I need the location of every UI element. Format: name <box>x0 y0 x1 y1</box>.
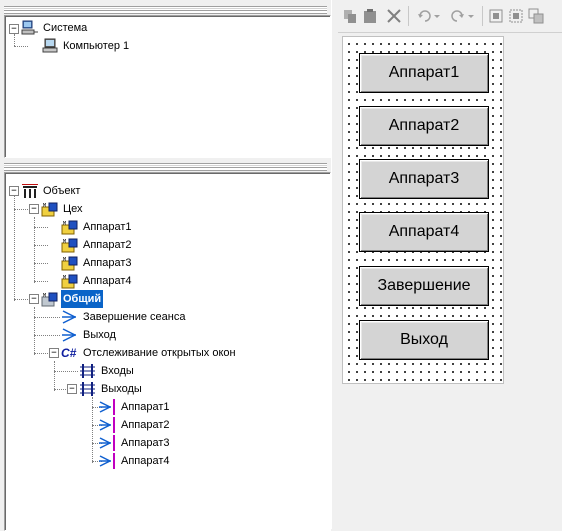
tree-node-system[interactable]: Система <box>21 19 89 37</box>
folder-device-icon: M <box>61 220 78 235</box>
tree-node-output-2[interactable]: Аппарат2 <box>99 416 172 434</box>
tree-node-outputs[interactable]: Выходы <box>79 380 144 398</box>
outputs-bus-icon <box>80 382 95 396</box>
paste-icon[interactable] <box>362 8 378 24</box>
tree-node-output-1[interactable]: Аппарат1 <box>99 398 172 416</box>
output-arrow-icon <box>62 310 76 324</box>
tree-node-output-4[interactable]: Аппарат4 <box>99 452 172 470</box>
output-signal-icon <box>99 453 115 469</box>
folder-group-icon: M <box>41 202 58 217</box>
svg-text:M: M <box>63 257 66 263</box>
tree-label: Аппарат1 <box>83 221 132 233</box>
form-button-device-3[interactable]: Аппарат3 <box>359 159 489 199</box>
tree-label-selected: Общий <box>61 290 104 308</box>
folder-group-icon: M <box>41 292 58 307</box>
tree-label: Выходы <box>101 383 142 395</box>
redo-dropdown-icon[interactable] <box>466 8 476 24</box>
system-tree-pane: − Система Компьютер 1 <box>4 15 331 158</box>
object-tree-pane: − − − − − Объект M Цех M Аппарат1 M Аппа… <box>4 172 331 531</box>
tree-node-output-3[interactable]: Аппарат3 <box>99 434 172 452</box>
align-icon[interactable] <box>488 8 504 24</box>
tree-node-object[interactable]: Объект <box>21 182 82 200</box>
folder-device-icon: M <box>61 238 78 253</box>
svg-text:M: M <box>43 293 46 299</box>
tree-node-device-1[interactable]: M Аппарат1 <box>61 218 134 236</box>
undo-dropdown-icon[interactable] <box>432 8 442 24</box>
tree-label: Цех <box>63 203 83 215</box>
tree-label: Объект <box>43 185 81 197</box>
undo-icon[interactable] <box>416 8 432 24</box>
tree-label: Выход <box>83 329 116 341</box>
tree-label: Аппарат2 <box>83 239 132 251</box>
tree-label: Аппарат4 <box>121 455 170 467</box>
form-button-device-1[interactable]: Аппарат1 <box>359 53 489 93</box>
folder-device-icon: M <box>61 274 78 289</box>
expand-toggle[interactable]: − <box>9 24 19 34</box>
order-icon[interactable] <box>528 8 544 24</box>
folder-device-icon: M <box>61 256 78 271</box>
expand-toggle[interactable]: − <box>9 186 19 196</box>
redo-icon[interactable] <box>450 8 466 24</box>
computer-icon <box>42 38 58 53</box>
tree-node-inputs[interactable]: Входы <box>79 362 136 380</box>
tree-label: Система <box>43 22 88 34</box>
svg-text:M: M <box>63 239 66 245</box>
tree-label: Завершение сеанса <box>83 311 186 323</box>
cut-icon[interactable] <box>386 8 402 24</box>
tree-label: Отслеживание открытых окон <box>83 347 236 359</box>
form-button-exit[interactable]: Выход <box>359 320 489 360</box>
output-signal-icon <box>99 435 115 451</box>
tree-label: Аппарат2 <box>121 419 170 431</box>
expand-toggle[interactable]: − <box>29 204 39 214</box>
expand-toggle[interactable]: − <box>29 294 39 304</box>
computer-network-icon <box>21 20 38 35</box>
form-button-finish[interactable]: Завершение <box>359 266 489 306</box>
tree-node-device-3[interactable]: M Аппарат3 <box>61 254 134 272</box>
form-button-device-4[interactable]: Аппарат4 <box>359 212 489 252</box>
tree-node-computer[interactable]: Компьютер 1 <box>41 37 131 55</box>
svg-text:M: M <box>63 221 66 227</box>
top-pane-grip[interactable] <box>4 6 327 14</box>
tree-node-workshop[interactable]: M Цех <box>41 200 85 218</box>
output-signal-icon <box>99 417 115 433</box>
object-root-icon <box>22 184 38 198</box>
copy-icon[interactable] <box>342 8 358 24</box>
csharp-icon: C# <box>61 346 77 360</box>
svg-text:M: M <box>63 275 66 281</box>
form-designer: Аппарат1 Аппарат2 Аппарат3 Аппарат4 Заве… <box>338 0 562 529</box>
tree-node-end-session[interactable]: Завершение сеанса <box>61 308 187 326</box>
tree-node-tracking[interactable]: C# Отслеживание открытых окон <box>61 344 238 362</box>
output-signal-icon <box>99 399 115 415</box>
bottom-pane-grip[interactable] <box>4 163 327 171</box>
expand-toggle[interactable]: − <box>67 384 77 394</box>
svg-text:M: M <box>43 203 46 209</box>
form-button-device-2[interactable]: Аппарат2 <box>359 106 489 146</box>
tree-label: Аппарат3 <box>121 437 170 449</box>
designer-toolbar <box>338 0 562 33</box>
inputs-bus-icon <box>80 364 95 378</box>
output-arrow-icon <box>62 328 76 342</box>
tree-node-device-2[interactable]: M Аппарат2 <box>61 236 134 254</box>
tree-label: Аппарат1 <box>121 401 170 413</box>
tree-label: Входы <box>101 365 134 377</box>
tree-label: Аппарат4 <box>83 275 132 287</box>
tree-label: Аппарат3 <box>83 257 132 269</box>
group-icon[interactable] <box>508 8 524 24</box>
tree-label: Компьютер 1 <box>63 40 130 52</box>
expand-toggle[interactable]: − <box>49 348 59 358</box>
tree-node-common[interactable]: M Общий <box>41 290 104 308</box>
tree-node-device-4[interactable]: M Аппарат4 <box>61 272 134 290</box>
form-canvas[interactable]: Аппарат1 Аппарат2 Аппарат3 Аппарат4 Заве… <box>342 36 504 384</box>
tree-node-exit[interactable]: Выход <box>61 326 118 344</box>
